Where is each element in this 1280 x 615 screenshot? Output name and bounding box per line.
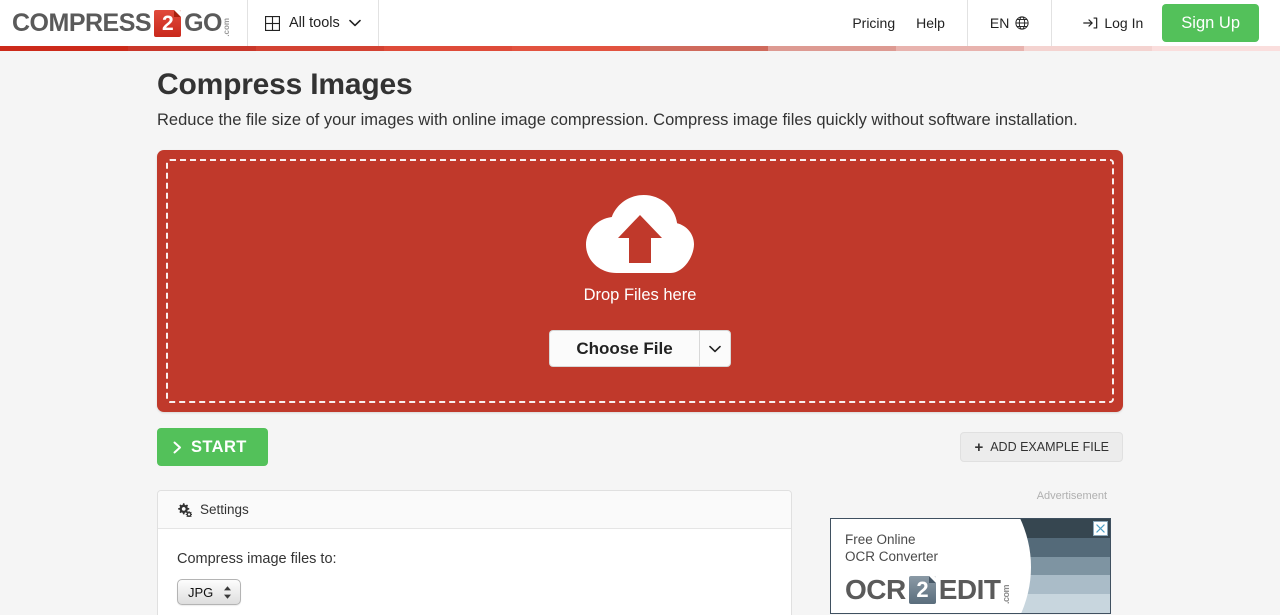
- choose-file-group: Choose File: [549, 330, 731, 367]
- gears-icon: [177, 502, 192, 517]
- signup-cell: Sign Up: [1162, 0, 1280, 46]
- ad-logo-word-ocr: OCR: [845, 574, 906, 605]
- choose-file-dropdown-toggle[interactable]: [698, 330, 731, 367]
- stripe-segment: [512, 46, 640, 51]
- plus-icon: +: [974, 438, 984, 456]
- file-dropzone[interactable]: Drop Files here Choose File: [157, 150, 1123, 412]
- choose-file-button[interactable]: Choose File: [549, 330, 699, 367]
- login-button[interactable]: Log In: [1052, 0, 1162, 46]
- globe-icon: [1015, 16, 1029, 30]
- output-format-select[interactable]: JPG: [177, 579, 242, 605]
- ad-logo-word-edit: EDIT: [938, 574, 1001, 605]
- signup-button[interactable]: Sign Up: [1162, 4, 1259, 42]
- dropzone-label: Drop Files here: [583, 286, 697, 304]
- logo-word-compress: COMPRESS: [12, 8, 152, 37]
- chevron-down-icon: [348, 19, 361, 27]
- ad-logo: OCR 2 EDIT .com: [845, 576, 1011, 604]
- stripe-segment: [768, 46, 896, 51]
- all-tools-label: All tools: [289, 15, 340, 31]
- chevron-down-icon: [708, 340, 721, 358]
- ad-content: Free Online OCR Converter OCR 2 EDIT .com: [845, 531, 1011, 604]
- page-subtitle: Reduce the file size of your images with…: [157, 111, 1078, 129]
- stripe-segment: [640, 46, 768, 51]
- ad-close-button[interactable]: [1093, 521, 1108, 536]
- stripe-segment: [1152, 46, 1280, 51]
- actions-row: START + ADD EXAMPLE FILE: [157, 428, 1123, 466]
- logo-cell: COMPRESS 2 GO .com: [0, 0, 248, 46]
- all-tools-menu[interactable]: All tools: [248, 0, 379, 46]
- stripe-segment: [256, 46, 384, 51]
- language-selector[interactable]: EN: [966, 0, 1053, 46]
- stripe-segment: [1024, 46, 1152, 51]
- output-format-value: JPG: [188, 584, 214, 600]
- settings-panel: Settings Compress image files to: JPG: [157, 490, 792, 615]
- logo-dotcom: .com: [222, 17, 231, 37]
- stripe-segment: [0, 46, 128, 51]
- start-button[interactable]: START: [157, 428, 268, 466]
- language-label: EN: [989, 15, 1010, 31]
- stepper-arrows-icon: [223, 585, 232, 600]
- logo-word-go: GO: [184, 8, 222, 37]
- advertisement-column: Advertisement Free Online OCR Converter …: [818, 490, 1123, 614]
- lower-section: Settings Compress image files to: JPG Ad…: [157, 490, 1123, 615]
- stripe-segment: [896, 46, 1024, 51]
- ad-line-1: Free Online: [845, 532, 916, 547]
- stripe-segment: [128, 46, 256, 51]
- chevron-right-icon: [173, 441, 182, 454]
- settings-body: Compress image files to: JPG: [158, 529, 791, 615]
- settings-title: Settings: [200, 502, 249, 517]
- ad-logo-dotcom: .com: [1000, 584, 1011, 604]
- header-nav: Pricing Help: [852, 0, 967, 46]
- cloud-upload-icon: [586, 195, 694, 275]
- page-body: Compress Images Reduce the file size of …: [0, 51, 1280, 615]
- add-example-file-button[interactable]: + ADD EXAMPLE FILE: [960, 432, 1123, 462]
- start-button-label: START: [191, 437, 247, 456]
- ad-line-2: OCR Converter: [845, 549, 939, 564]
- close-icon: [1096, 524, 1105, 533]
- nav-link-help[interactable]: Help: [916, 15, 945, 31]
- add-example-file-label: ADD EXAMPLE FILE: [990, 440, 1109, 454]
- grid-icon: [265, 15, 280, 31]
- site-header: COMPRESS 2 GO .com All tools Pricing Help E…: [0, 0, 1280, 46]
- logo-badge-2: 2: [154, 9, 182, 37]
- nav-link-pricing[interactable]: Pricing: [852, 15, 895, 31]
- stripe-segment: [384, 46, 512, 51]
- dropzone-inner: Drop Files here Choose File: [166, 159, 1114, 403]
- progress-stripe: [0, 46, 1280, 51]
- content-container: Compress Images Reduce the file size of …: [157, 68, 1123, 615]
- sign-in-icon: [1083, 16, 1098, 30]
- compress-format-label: Compress image files to:: [177, 551, 337, 567]
- ad-logo-badge-2: 2: [908, 576, 936, 604]
- advertisement-label: Advertisement: [1036, 490, 1107, 502]
- advertisement-banner[interactable]: Free Online OCR Converter OCR 2 EDIT .com: [830, 518, 1111, 614]
- settings-header: Settings: [158, 491, 791, 529]
- page-title: Compress Images: [157, 68, 413, 101]
- header-spacer: [379, 0, 853, 46]
- select-wrapper: JPG: [177, 579, 772, 605]
- site-logo[interactable]: COMPRESS 2 GO .com: [12, 8, 231, 37]
- login-label: Log In: [1104, 15, 1144, 31]
